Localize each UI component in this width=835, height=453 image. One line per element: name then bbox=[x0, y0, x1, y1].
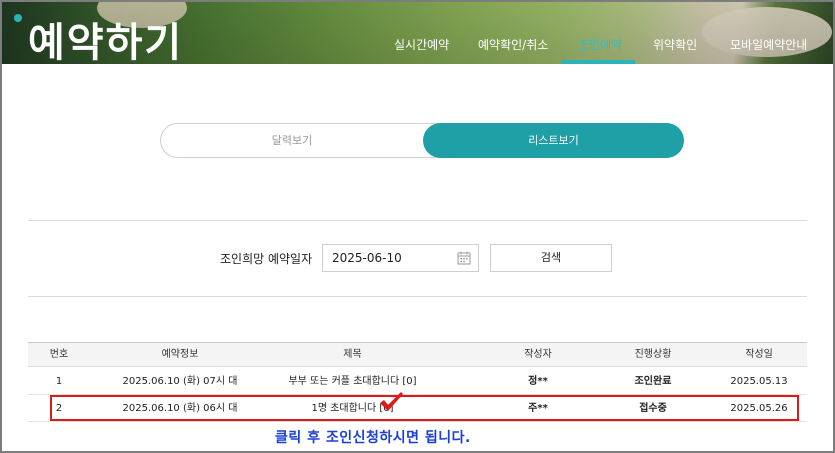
page-title: 예약하기 bbox=[28, 20, 184, 64]
column-header-booking-info: 예약정보 bbox=[161, 349, 199, 360]
nav-booking-check-cancel[interactable]: 예약확인/취소 bbox=[478, 36, 548, 53]
page-header-banner: 예약하기 실시간예약 예약확인/취소 조인예약 위약확인 모바일예약안내 bbox=[2, 2, 833, 64]
row-date: 2025.05.13 bbox=[730, 376, 788, 387]
column-header-date: 작성일 bbox=[745, 349, 773, 360]
nav-realtime-booking[interactable]: 실시간예약 bbox=[394, 36, 449, 53]
instruction-note: 클릭 후 조인신청하시면 됩니다. bbox=[275, 430, 471, 446]
row-no: 1 bbox=[55, 376, 63, 387]
checkmark-icon bbox=[380, 392, 403, 411]
active-nav-indicator bbox=[561, 60, 635, 64]
row-status: 조인완료 bbox=[634, 376, 672, 387]
divider bbox=[28, 296, 807, 297]
search-button[interactable]: 검색 bbox=[490, 244, 612, 272]
nav-mobile-booking-guide[interactable]: 모바일예약안내 bbox=[730, 36, 807, 53]
column-header-title: 제목 bbox=[343, 349, 362, 360]
list-view-button[interactable]: 리스트보기 bbox=[423, 123, 684, 158]
nav-penalty-check[interactable]: 위약확인 bbox=[653, 36, 697, 53]
row-author: 정** bbox=[528, 376, 548, 387]
calendar-view-button[interactable]: 달력보기 bbox=[161, 124, 423, 157]
column-header-no: 번호 bbox=[49, 349, 69, 360]
column-header-status: 진행상황 bbox=[634, 349, 672, 360]
highlight-box bbox=[50, 395, 799, 421]
date-input-value: 2025-06-10 bbox=[332, 251, 402, 265]
column-header-author: 작성자 bbox=[524, 349, 552, 360]
date-input[interactable]: 2025-06-10 bbox=[322, 244, 479, 272]
nav-join-booking[interactable]: 조인예약 bbox=[578, 36, 622, 53]
row-booking-info: 2025.06.10 (화) 07시 대 bbox=[122, 376, 238, 387]
calendar-icon[interactable] bbox=[457, 251, 471, 265]
search-date-label: 조인희망 예약일자 bbox=[220, 252, 313, 266]
view-toggle: 달력보기 리스트보기 bbox=[160, 123, 684, 158]
divider bbox=[28, 220, 807, 221]
table-row[interactable]: 1 2025.06.10 (화) 07시 대 부부 또는 커플 초대합니다 [0… bbox=[28, 368, 807, 395]
accent-dot bbox=[14, 14, 22, 22]
table-header: 번호 예약정보 제목 작성자 진행상황 작성일 bbox=[28, 342, 807, 367]
row-title-link[interactable]: 부부 또는 커플 초대합니다 [0] bbox=[270, 368, 435, 395]
